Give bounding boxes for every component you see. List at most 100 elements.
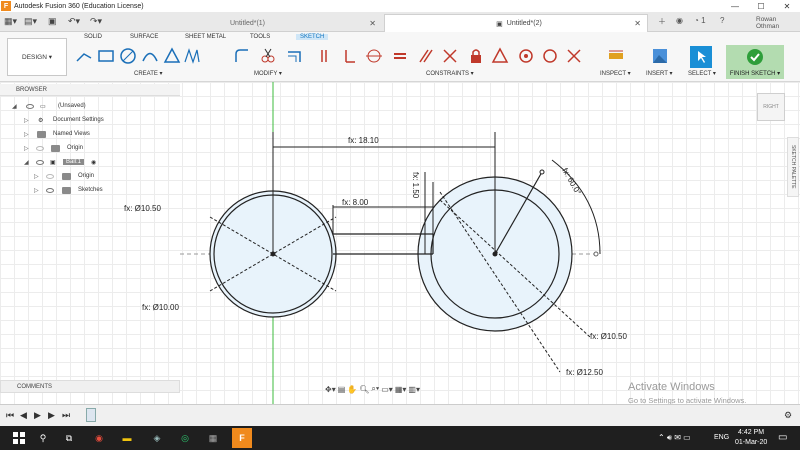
parallel-icon[interactable] — [416, 46, 436, 66]
browser-icon[interactable]: ◎ — [178, 431, 192, 445]
polygon-tool-icon[interactable] — [162, 46, 182, 66]
select-menu[interactable]: SELECT ▾ — [688, 70, 716, 77]
insert-image-icon[interactable] — [650, 46, 670, 66]
tray-icons[interactable]: ⌃ 🔊︎ ✉ ▭ — [658, 433, 691, 443]
offset-icon[interactable] — [284, 46, 304, 66]
comments-panel[interactable]: COMMENTS — [0, 380, 180, 393]
insert-menu[interactable]: INSERT ▾ — [646, 70, 672, 77]
workspace-switcher[interactable]: DESIGN ▾ — [7, 38, 67, 76]
tree-item-named-views[interactable]: ▷ Named Views — [0, 128, 160, 140]
windows-start-icon[interactable] — [12, 431, 26, 445]
expand-arrow-icon[interactable]: ▷ — [24, 117, 29, 124]
close-tab-icon[interactable]: ✕ — [369, 19, 376, 28]
tree-item-ball[interactable]: ◢ ▣ Ball:1 ◉ — [0, 156, 160, 168]
notifications-icon[interactable]: ▭ — [778, 432, 787, 443]
user-name[interactable]: Rowan Othman — [756, 16, 800, 30]
expand-arrow-icon[interactable]: ▷ — [34, 187, 39, 194]
close-window-button[interactable]: ✕ — [774, 0, 800, 12]
visibility-icon[interactable] — [46, 187, 54, 193]
minimize-button[interactable]: — — [722, 0, 748, 12]
tree-item-origin[interactable]: ▷ Origin — [0, 142, 160, 154]
step-forward-icon[interactable]: ▶ — [48, 410, 55, 421]
select-button[interactable] — [690, 46, 712, 68]
grid-settings-icon[interactable]: ▦▾ — [395, 385, 407, 394]
zoom-icon[interactable]: 🔍︎ — [359, 385, 369, 394]
file-explorer-icon[interactable]: ▬ — [120, 431, 134, 445]
tree-item-sketches[interactable]: ▷ Sketches — [0, 184, 160, 196]
close-tab-icon[interactable]: ✕ — [634, 19, 641, 28]
collapse-arrow-icon[interactable]: ◢ — [24, 159, 29, 166]
expand-arrow-icon[interactable]: ▷ — [24, 145, 29, 152]
smooth-icon[interactable] — [516, 46, 536, 66]
rectangle-tool-icon[interactable] — [96, 46, 116, 66]
look-at-icon[interactable]: ▤ — [338, 385, 346, 394]
expand-arrow-icon[interactable]: ▷ — [34, 173, 39, 180]
circle-tool-icon[interactable] — [118, 46, 138, 66]
go-to-end-icon[interactable]: ⏭ — [62, 410, 70, 421]
symmetry-icon[interactable] — [540, 46, 560, 66]
measure-icon[interactable] — [606, 46, 626, 66]
maximize-button[interactable]: ☐ — [748, 0, 774, 12]
extensions-icon[interactable]: ◉ — [676, 16, 683, 25]
arc-tool-icon[interactable] — [140, 46, 160, 66]
search-icon[interactable]: ⚲ — [36, 431, 50, 445]
activate-radio-icon[interactable]: ◉ — [91, 159, 96, 166]
concentric-icon[interactable] — [364, 46, 384, 66]
timeline-settings-icon[interactable]: ⚙ — [784, 410, 792, 421]
constraints-menu[interactable]: CONSTRAINTS ▾ — [426, 70, 474, 77]
task-view-icon[interactable]: ⧉ — [62, 431, 76, 445]
language-indicator[interactable]: ENG — [714, 434, 729, 441]
viewports-icon[interactable]: ▥▾ — [408, 385, 420, 394]
chrome-icon[interactable]: ◉ — [92, 431, 106, 445]
create-menu[interactable]: CREATE ▾ — [134, 70, 163, 77]
tab-untitled-2[interactable]: ▣ Untitled*(2) ✕ — [384, 14, 648, 32]
equal-icon[interactable] — [390, 46, 410, 66]
clock-time[interactable]: 4:42 PM — [738, 429, 764, 436]
fix-lock-icon[interactable] — [466, 46, 486, 66]
pan-icon[interactable]: ✋ — [347, 385, 357, 394]
trim-icon[interactable] — [258, 46, 278, 66]
file-menu-icon[interactable]: ▤▾ — [24, 16, 37, 27]
play-icon[interactable]: ▶ — [34, 410, 41, 421]
collapse-arrow-icon[interactable]: ◢ — [12, 103, 17, 110]
visibility-icon[interactable] — [26, 103, 34, 109]
sketch-curve-icon[interactable] — [182, 46, 202, 66]
tree-item-root[interactable]: ◢ ▭ (Unsaved) — [0, 100, 160, 112]
tab-tools[interactable]: TOOLS — [250, 34, 270, 40]
fusion-taskbar-icon[interactable]: F — [232, 428, 252, 448]
tangent-icon[interactable] — [490, 46, 510, 66]
tab-sketch[interactable]: SKETCH — [296, 34, 329, 40]
sketch-palette-tab[interactable]: SKETCH PALETTE — [787, 137, 799, 197]
tab-solid[interactable]: SOLID — [84, 34, 102, 40]
visibility-icon[interactable] — [36, 145, 44, 151]
midpoint-icon[interactable] — [564, 46, 584, 66]
tree-item-document-settings[interactable]: ▷ ⚙ Document Settings — [0, 114, 160, 126]
timeline-sketch-feature-icon[interactable] — [86, 408, 96, 422]
collinear-icon[interactable] — [340, 46, 360, 66]
save-icon[interactable]: ▣ — [48, 16, 57, 27]
go-to-start-icon[interactable]: ⏮ — [6, 410, 14, 421]
inspect-menu[interactable]: INSPECT ▾ — [600, 70, 631, 77]
viewcube[interactable]: RIGHT — [757, 93, 785, 121]
expand-arrow-icon[interactable]: ▷ — [24, 131, 29, 138]
tree-item-ball-origin[interactable]: ▷ Origin — [0, 170, 160, 182]
job-status-icon[interactable]: ◔ 1 — [694, 16, 706, 25]
visibility-icon[interactable] — [46, 173, 54, 179]
redo-icon[interactable]: ↷▾ — [90, 16, 102, 27]
visibility-icon[interactable] — [36, 159, 44, 165]
finish-sketch-label[interactable]: FINISH SKETCH ▾ — [726, 70, 784, 77]
step-back-icon[interactable]: ◀ — [20, 410, 27, 421]
clock-date[interactable]: 01-Mar-20 — [735, 439, 767, 446]
line-tool-icon[interactable] — [74, 46, 94, 66]
zoom-window-icon[interactable]: ⌕▾ — [371, 384, 379, 394]
browser-panel-header[interactable]: BROWSER — [0, 84, 180, 96]
tab-sheet-metal[interactable]: SHEET METAL — [185, 34, 226, 40]
tab-surface[interactable]: SURFACE — [130, 34, 158, 40]
grid-menu-icon[interactable]: ▦▾ — [4, 16, 17, 27]
coincident-icon[interactable] — [318, 46, 338, 66]
perpendicular-icon[interactable] — [440, 46, 460, 66]
display-settings-icon[interactable]: ▭▾ — [381, 385, 393, 394]
tab-untitled-1[interactable]: Untitled*(1) ✕ — [224, 14, 382, 32]
new-tab-icon[interactable]: ＋ — [658, 16, 666, 27]
app-icon[interactable]: ◈ — [150, 431, 164, 445]
